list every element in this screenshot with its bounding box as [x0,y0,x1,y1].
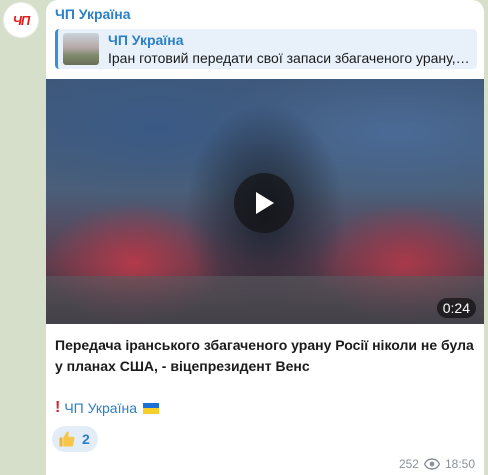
signature-text: ЧП Україна [64,400,137,416]
message-bubble: ЧП Україна ЧП Україна Іран готовий перед… [46,0,484,475]
reply-thumbnail [63,33,99,65]
reply-text: Іран готовий передати свої запаси збагач… [108,50,470,66]
message-meta: 252 18:50 [399,457,475,471]
message-time: 18:50 [444,457,475,471]
reply-preview[interactable]: ЧП Україна Іран готовий передати свої за… [55,29,477,69]
reaction-count: 2 [82,431,90,447]
video-frame-floor [46,276,484,324]
play-icon [256,192,274,214]
reply-title: ЧП Україна [108,32,184,48]
avatar-text: ЧП [12,12,31,28]
views-count: 252 [398,457,419,471]
sender-name[interactable]: ЧП Україна [55,6,131,22]
exclamation-icon: ! [55,399,61,416]
video-duration: 0:24 [436,298,476,318]
ukraine-flag-icon [142,402,159,414]
channel-signature[interactable]: ! ЧП Україна [55,399,159,417]
reaction-button[interactable]: 2 [52,426,98,452]
eye-icon [423,458,440,470]
thumbs-up-icon [59,431,75,447]
message-caption: Передача іранського збагаченого урану Ро… [55,337,474,374]
channel-avatar[interactable]: ЧП [3,2,39,38]
play-button[interactable] [234,173,294,233]
video-player[interactable]: 0:24 [46,79,484,324]
